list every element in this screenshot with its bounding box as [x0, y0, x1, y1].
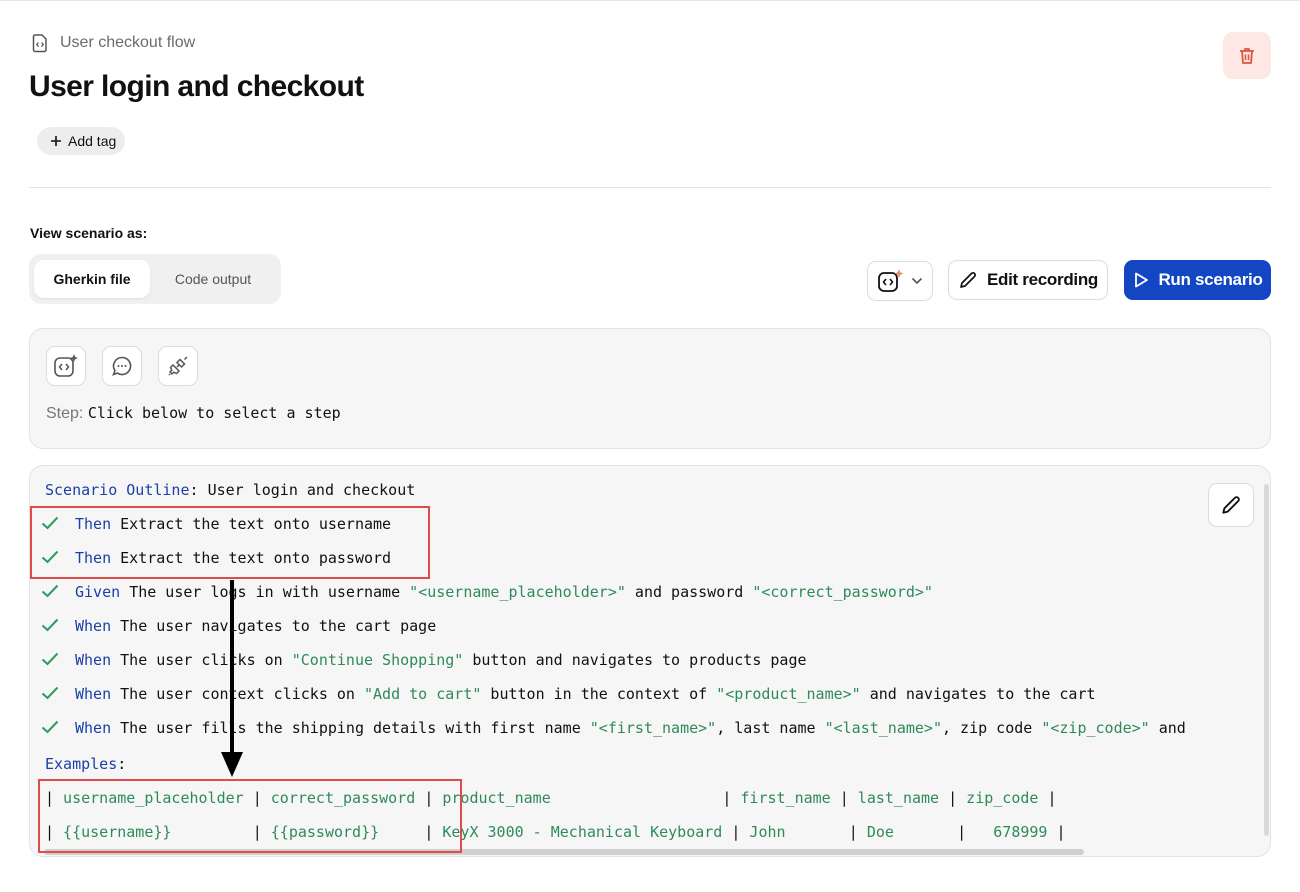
step-text: The user navigates to the cart page	[120, 617, 437, 635]
add-tag-button[interactable]: Add tag	[37, 127, 126, 155]
edit-recording-label: Edit recording	[986, 270, 1099, 289]
string-literal: "<username_placeholder>"	[409, 583, 626, 601]
step-panel: Step: Click below to select a step	[29, 328, 1271, 449]
chevron-down-icon	[911, 277, 923, 285]
step-keyword: When	[75, 651, 112, 669]
highlight-box-examples-columns	[38, 779, 462, 853]
view-scenario-label: View scenario as:	[30, 225, 148, 241]
top-rule	[0, 0, 1300, 1]
tab-gherkin-file[interactable]: Gherkin file	[34, 260, 150, 298]
step-text: The user logs in with username "<usernam…	[129, 583, 933, 601]
chat-bubble-icon	[112, 356, 132, 376]
ai-tools-dropdown[interactable]	[867, 261, 933, 301]
string-literal: "<product_name>"	[716, 685, 861, 703]
add-tag-label: Add tag	[68, 133, 117, 149]
play-icon	[1135, 272, 1149, 288]
annotation-arrow	[221, 580, 243, 777]
table-pipe: |	[848, 823, 858, 841]
step-line[interactable]: When The user clicks on "Continue Shoppi…	[75, 651, 807, 669]
breadcrumb-label[interactable]: User checkout flow	[60, 34, 195, 52]
examples-line: Examples:	[45, 755, 127, 773]
table-pipe: |	[948, 789, 958, 807]
scenario-outline-keyword: Scenario Outline	[45, 481, 190, 499]
check-icon	[41, 652, 59, 666]
check-icon	[41, 618, 59, 632]
check-icon	[41, 584, 59, 598]
edit-code-button[interactable]	[1208, 483, 1254, 527]
chat-button[interactable]	[102, 346, 142, 386]
scenario-outline-line: Scenario Outline: User login and checkou…	[45, 481, 416, 499]
ai-code-icon	[54, 354, 78, 377]
string-literal: "<last_name>"	[824, 719, 942, 737]
pencil-icon	[1222, 496, 1240, 514]
delete-button[interactable]	[1223, 32, 1271, 79]
check-icon	[41, 720, 59, 734]
table-pipe: |	[1047, 789, 1057, 807]
disconnect-button[interactable]	[158, 346, 198, 386]
table-pipe: |	[839, 789, 849, 807]
step-label: Step:	[46, 405, 84, 422]
vertical-scrollbar[interactable]	[1264, 484, 1269, 836]
step-keyword: Given	[75, 583, 121, 601]
page-title: User login and checkout	[29, 70, 364, 103]
check-icon	[41, 686, 59, 700]
view-mode-toggle: Gherkin file Code output	[29, 254, 281, 304]
string-literal: "<zip_code>"	[1041, 719, 1150, 737]
string-literal: "Add to cart"	[364, 685, 482, 703]
run-scenario-button[interactable]: Run scenario	[1124, 260, 1271, 300]
step-info: Step: Click below to select a step	[46, 404, 341, 423]
section-divider	[29, 187, 1271, 188]
step-text: The user context clicks on "Add to cart"…	[120, 685, 1096, 703]
plug-disconnect-icon	[168, 356, 188, 376]
plus-icon	[51, 136, 61, 146]
table-pipe: |	[722, 789, 732, 807]
edit-recording-button[interactable]: Edit recording	[948, 260, 1108, 300]
table-pipe: |	[1056, 823, 1066, 841]
trash-icon	[1240, 47, 1254, 64]
step-line[interactable]: When The user navigates to the cart page	[75, 617, 436, 635]
tab-code-output[interactable]: Code output	[154, 260, 272, 298]
highlight-box-extract-steps	[30, 506, 430, 579]
scenario-outline-title: User login and checkout	[207, 481, 416, 499]
ai-code-sparkle-icon	[878, 269, 904, 292]
string-literal: "Continue Shopping"	[291, 651, 464, 669]
pencil-icon	[960, 272, 976, 288]
run-scenario-label: Run scenario	[1158, 270, 1263, 289]
step-line[interactable]: Given The user logs in with username "<u…	[75, 583, 933, 601]
ai-code-button[interactable]	[46, 346, 86, 386]
table-pipe: |	[731, 823, 741, 841]
examples-keyword: Examples	[45, 755, 118, 773]
table-pipe: |	[957, 823, 967, 841]
step-keyword: When	[75, 719, 112, 737]
step-value: Click below to select a step	[87, 404, 341, 422]
file-code-icon	[32, 34, 47, 53]
step-text: The user fills the shipping details with…	[120, 719, 1186, 737]
step-keyword: When	[75, 617, 112, 635]
step-keyword: When	[75, 685, 112, 703]
string-literal: "<first_name>"	[589, 719, 717, 737]
string-literal: "<correct_password>"	[752, 583, 933, 601]
breadcrumb[interactable]: User checkout flow	[30, 33, 195, 53]
